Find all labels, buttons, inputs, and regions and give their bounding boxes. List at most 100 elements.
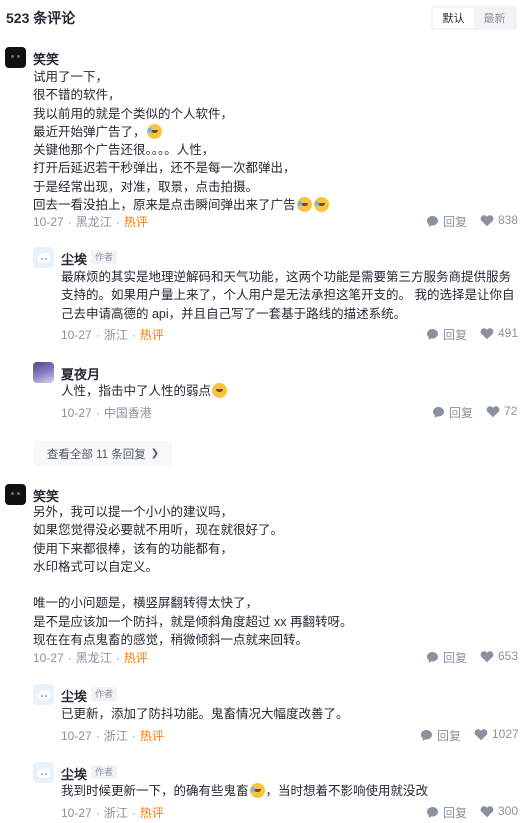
comment-line: 最近开始弹广告了， [33,123,330,141]
like-button[interactable]: 1027 [474,727,519,741]
avatar[interactable] [5,47,26,68]
author-tag: 作者 [91,687,118,701]
comment-meta: 10-27 · 中国香港 [61,406,152,420]
cloud-avatar-icon [37,252,51,263]
comment-location: 中国香港 [103,406,152,420]
like-count: 1027 [492,727,519,741]
username[interactable]: 夏夜月 [61,364,100,383]
reply-label: 回复 [443,328,468,342]
comment-date: 10-27 [33,651,64,665]
comment-location: 浙江 [103,328,128,342]
username[interactable]: 笑笑 [33,49,59,68]
cloud-avatar-icon [37,767,51,778]
comment-line-text: 最近开始弹广告了， [33,124,146,139]
username[interactable]: 尘埃 [61,686,87,705]
reply-button[interactable]: 回复 [426,326,467,343]
like-count: 72 [504,404,518,418]
comment-date: 10-27 [61,806,92,820]
avatar[interactable] [33,762,54,783]
comment-bubble-icon [427,652,438,663]
comment-line: 回去一看没拍上，原来是点击瞬间弹出来了广告 [33,196,330,214]
comment-bubble-icon [421,730,432,741]
reply-button[interactable]: 回复 [420,727,461,744]
comment-bubble-icon [433,407,444,418]
like-button[interactable]: 653 [480,649,518,663]
username[interactable]: 尘埃 [61,764,87,783]
cloud-avatar-icon [37,689,51,700]
comment-date: 10-27 [33,215,64,229]
heart-icon [474,728,488,740]
reply-button[interactable]: 回复 [432,404,473,421]
heart-icon [480,327,494,339]
comment-line [33,576,352,594]
like-button[interactable]: 72 [486,404,517,418]
reply-button[interactable]: 回复 [426,649,467,666]
avatar[interactable] [33,362,54,383]
comment-bubble-icon [427,329,438,340]
comment-date: 10-27 [61,328,92,342]
avatar[interactable] [33,247,54,268]
laughing-tears-emoji [313,197,329,213]
sort-latest-button[interactable]: 最新 [474,8,515,28]
comment-meta: 10-27 · 浙江 · 热评 [61,729,164,743]
comment-line: 现在在有点鬼畜的感觉，稍微倾斜一点就来回转。 [33,633,309,648]
hot-badge: 热评 [139,328,164,342]
laughing-tears-emoji [249,783,265,798]
reply-text-part: ，当时想着不影响使用就没改 [265,784,429,798]
reply-label: 回复 [437,729,462,743]
comment-date: 10-27 [61,729,92,743]
comment-line: 使用下来都很棒，该有的功能都有， [33,541,234,556]
avatar[interactable] [5,484,26,505]
comment-line: 唯一的小问题是，横竖屏翻转得太快了， [33,596,259,611]
heart-icon [486,405,500,417]
avatar[interactable] [33,684,54,705]
comment-line: 试用了一下， [33,70,109,84]
comment-line: 另外，我可以提一个小小的建议吗， [33,505,234,519]
comment-bubble-icon [427,216,438,227]
sort-toggle: 默认 最新 [431,6,517,30]
comment-location: 黑龙江 [75,651,112,665]
comment-text: 另外，我可以提一个小小的建议吗， 如果您觉得没必要就不用听，现在就很好了。 使用… [33,503,352,649]
comment-line-text: 回去一看没拍上，原来是点击瞬间弹出来了广告 [33,198,296,213]
reply-label: 回复 [449,406,474,420]
reply-button[interactable]: 回复 [426,213,467,230]
reply-text: 我到时候更新一下，的确有些鬼畜 ，当时想着不影响使用就没改 [61,782,428,800]
reply-text: 人性，指击中了人性的弱点 [61,382,228,400]
comment-line: 如果您觉得没必要就不用听，现在就很好了。 [33,523,284,538]
username[interactable]: 尘埃 [61,249,87,268]
view-all-replies-label: 查看全部 11 条回复 [46,448,146,461]
hot-badge: 热评 [123,651,148,665]
comment-line: 很不错的软件， [33,88,121,103]
comment-meta: 10-27 · 浙江 · 热评 [61,328,164,342]
view-all-replies-button[interactable]: 查看全部 11 条回复 ❯ [34,441,172,466]
like-count: 300 [498,804,519,818]
comment-meta: 10-27 · 浙江 · 热评 [61,806,164,820]
reply-button[interactable]: 回复 [426,804,467,821]
like-button[interactable]: 838 [480,213,518,227]
comment-bubble-icon [427,807,438,818]
reply-text-part: 我到时候更新一下，的确有些鬼畜 [61,784,249,798]
sort-default-button[interactable]: 默认 [433,8,474,28]
reply-label: 回复 [443,215,468,229]
comment-date: 10-27 [61,406,92,420]
comment-line: 我以前用的就是个类似的个人软件， [33,106,234,121]
like-count: 838 [498,213,519,227]
heart-icon [480,805,494,817]
like-button[interactable]: 491 [480,326,518,340]
comment-location: 浙江 [103,729,128,743]
like-count: 491 [498,326,519,340]
hot-badge: 热评 [139,729,164,743]
like-button[interactable]: 300 [480,804,518,818]
hot-badge: 热评 [123,215,148,229]
like-count: 653 [498,649,519,663]
reply-label: 回复 [443,806,468,820]
comment-line: 于是经常出现，对准，取景，点击拍摄。 [33,179,259,194]
comment-location: 黑龙江 [75,215,112,229]
hot-badge: 热评 [139,806,164,820]
laughing-tears-emoji [296,197,312,213]
comment-text: 试用了一下， 很不错的软件， 我以前用的就是个类似的个人软件， 最近开始弹广告了… [33,68,330,214]
author-tag: 作者 [91,250,118,264]
reply-text: 最麻烦的其实是地理逆解码和天气功能，这两个功能是需要第三方服务商提供服务支持的。… [61,270,515,321]
laughing-tears-emoji [146,123,162,139]
chevron-right-icon: ❯ [150,448,160,459]
